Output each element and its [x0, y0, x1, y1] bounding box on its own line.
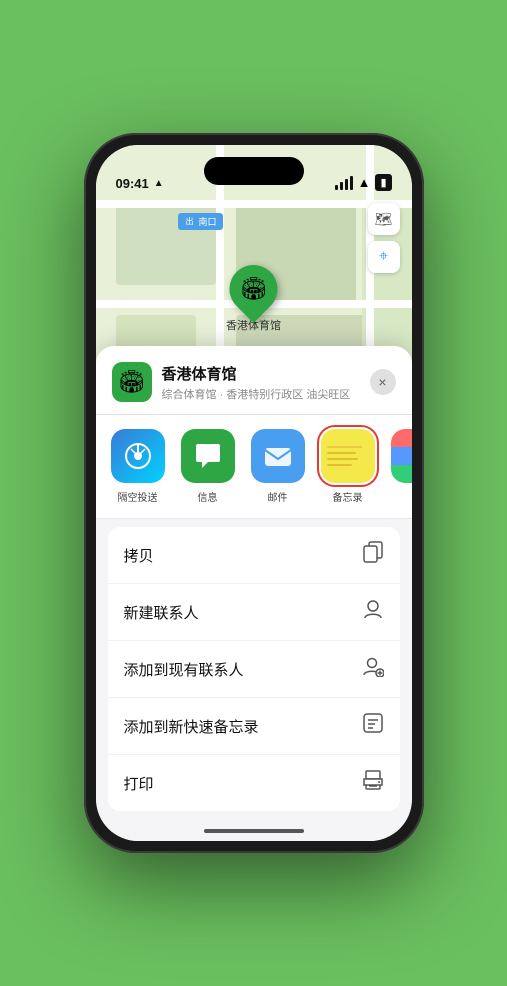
share-item-more[interactable]: 提	[388, 429, 412, 504]
quick-note-label: 添加到新快速备忘录	[124, 716, 259, 737]
notes-icon	[321, 429, 375, 483]
share-item-mail[interactable]: 邮件	[248, 429, 308, 504]
add-existing-icon	[362, 655, 384, 683]
bottom-sheet: 🏟 香港体育馆 综合体育馆 · 香港特别行政区 油尖旺区 ×	[96, 346, 412, 841]
location-button[interactable]: ⌖	[368, 241, 400, 273]
signal-bars-icon	[335, 176, 353, 190]
menu-item-copy[interactable]: 拷贝	[108, 527, 400, 584]
new-contact-label: 新建联系人	[124, 602, 199, 623]
share-item-airdrop[interactable]: 隔空投送	[108, 429, 168, 504]
print-label: 打印	[124, 773, 154, 794]
menu-item-new-contact[interactable]: 新建联系人	[108, 584, 400, 641]
phone-screen: 09:41 ▲ ▲ ▮	[96, 145, 412, 841]
label-tag: 出	[184, 216, 196, 227]
quick-note-icon	[362, 712, 384, 740]
notes-label: 备忘录	[333, 489, 363, 504]
sheet-title: 香港体育馆	[162, 363, 370, 384]
map-label-text: 南口	[199, 215, 217, 228]
status-icons: ▲ ▮	[335, 174, 392, 191]
battery-icon: ▮	[375, 174, 391, 191]
share-item-messages[interactable]: 信息	[178, 429, 238, 504]
pin-icon: 🏟	[234, 269, 274, 309]
airdrop-icon	[111, 429, 165, 483]
home-indicator	[204, 829, 304, 833]
messages-icon	[181, 429, 235, 483]
mail-label: 邮件	[268, 489, 288, 504]
location-arrow-icon: ▲	[154, 178, 164, 189]
venue-icon: 🏟	[112, 362, 152, 402]
status-time: 09:41 ▲	[116, 176, 164, 191]
sheet-header: 🏟 香港体育馆 综合体育馆 · 香港特别行政区 油尖旺区 ×	[96, 346, 412, 415]
mail-icon	[251, 429, 305, 483]
more-icon	[391, 429, 412, 483]
wifi-icon: ▲	[358, 175, 371, 190]
sheet-info: 香港体育馆 综合体育馆 · 香港特别行政区 油尖旺区	[162, 363, 370, 402]
menu-item-print[interactable]: 打印	[108, 755, 400, 811]
map-label: 出 南口	[178, 213, 223, 230]
copy-label: 拷贝	[124, 545, 154, 566]
sheet-subtitle: 综合体育馆 · 香港特别行政区 油尖旺区	[162, 386, 370, 402]
menu-item-quick-note[interactable]: 添加到新快速备忘录	[108, 698, 400, 755]
share-item-notes[interactable]: 备忘录	[318, 429, 378, 504]
pin-circle: 🏟	[220, 255, 288, 323]
dynamic-island	[204, 157, 304, 185]
add-existing-label: 添加到现有联系人	[124, 659, 244, 680]
location-pin: 🏟 香港体育馆	[226, 265, 281, 333]
airdrop-label: 隔空投送	[118, 489, 158, 504]
map-controls: 🗺 ⌖	[368, 203, 400, 279]
close-button[interactable]: ×	[370, 369, 396, 395]
phone-frame: 09:41 ▲ ▲ ▮	[84, 133, 424, 853]
map-type-button[interactable]: 🗺	[368, 203, 400, 235]
new-contact-icon	[362, 598, 384, 626]
copy-icon	[362, 541, 384, 569]
road-h1	[96, 200, 412, 208]
print-icon	[362, 769, 384, 797]
menu-item-add-existing[interactable]: 添加到现有联系人	[108, 641, 400, 698]
notes-lines	[321, 429, 375, 483]
menu-section: 拷贝 新建联系人	[108, 527, 400, 811]
time-display: 09:41	[116, 176, 149, 191]
share-row: 隔空投送 信息	[96, 415, 412, 519]
messages-label: 信息	[198, 489, 218, 504]
